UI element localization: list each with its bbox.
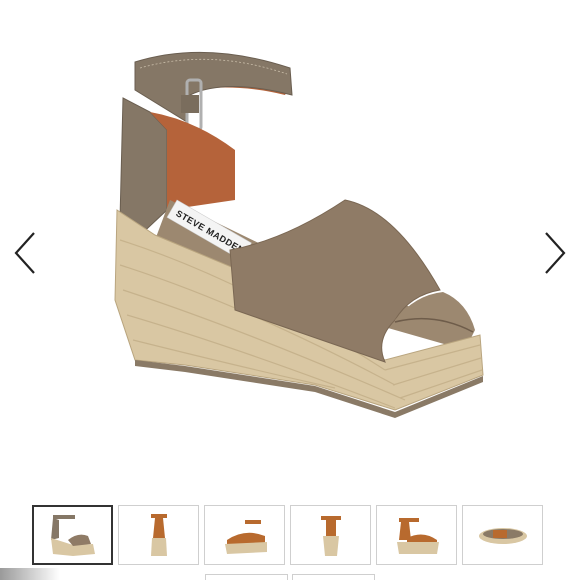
chevron-left-icon — [14, 232, 35, 274]
thumbnail-strip-overflow — [205, 574, 375, 580]
previous-image-button[interactable] — [10, 230, 40, 276]
thumbnail-3[interactable] — [204, 505, 285, 565]
chevron-right-icon — [545, 232, 566, 274]
thumbnail-7[interactable] — [205, 574, 288, 580]
thumbnail-4[interactable] — [290, 505, 371, 565]
scroll-shadow — [0, 568, 60, 580]
thumbnail-image — [50, 515, 95, 556]
thumbnail-image — [224, 520, 267, 554]
thumbnail-5[interactable] — [376, 505, 457, 565]
thumbnail-1[interactable] — [32, 505, 113, 565]
thumbnail-2[interactable] — [118, 505, 199, 565]
product-gallery: STEVE MADDEN — [0, 0, 580, 495]
thumbnail-6[interactable] — [462, 505, 543, 565]
thumbnail-strip — [32, 505, 552, 567]
thumbnail-8[interactable] — [292, 574, 375, 580]
product-main-image: STEVE MADDEN — [114, 51, 484, 418]
thumbnail-image — [150, 514, 167, 556]
thumbnail-image — [478, 528, 527, 544]
next-image-button[interactable] — [540, 230, 570, 276]
thumbnail-image — [396, 518, 439, 554]
thumbnail-image — [320, 516, 341, 556]
